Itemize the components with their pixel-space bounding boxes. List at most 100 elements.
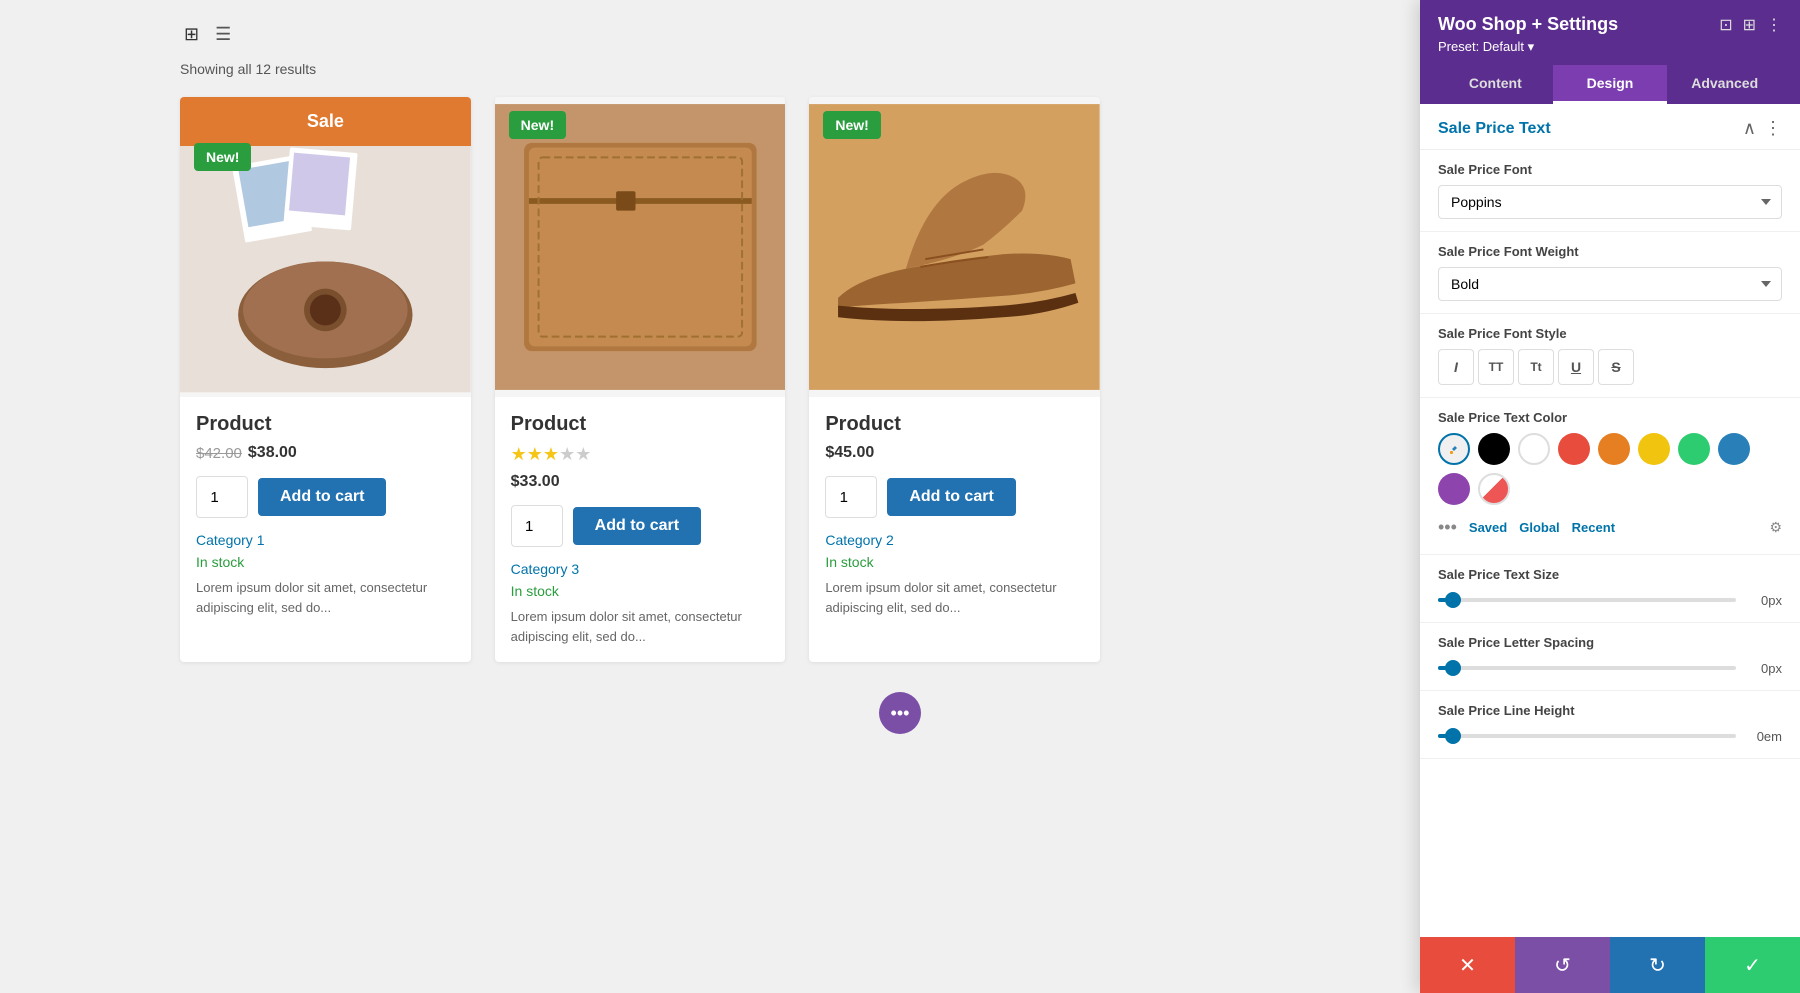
recent-colors-tab[interactable]: Recent [1572,520,1615,535]
field-label: Sale Price Font [1438,162,1782,177]
field-label: Sale Price Font Weight [1438,244,1782,259]
color-tabs-row: ••• Saved Global Recent ⚙ [1438,513,1782,542]
new-price: $38.00 [248,444,297,462]
sale-banner: Sale [180,97,471,146]
sale-price-line-height-field: Sale Price Line Height 0em [1420,691,1800,759]
settings-panel: Woo Shop + Settings ⊡ ⊞ ⋮ Preset: Defaul… [1420,0,1800,993]
color-yellow[interactable] [1638,433,1670,465]
product-card: Sale New! Product [180,97,471,662]
line-height-value: 0em [1746,729,1782,744]
sale-price-font-field: Sale Price Font Poppins Arial Roboto [1420,150,1800,232]
product-info: Product $45.00 Add to cart Category 2 In… [809,397,1100,633]
redo-button[interactable]: ↻ [1610,937,1705,993]
category-link[interactable]: Category 2 [825,532,1084,548]
panel-body: Sale Price Text ∧ ⋮ Sale Price Font Popp… [1420,104,1800,937]
global-colors-tab[interactable]: Global [1519,520,1559,535]
sale-price-font-style-field: Sale Price Font Style I TT Tt U S [1420,314,1800,398]
results-count: Showing all 12 results [180,61,1620,77]
field-label: Sale Price Text Color [1438,410,1782,425]
quantity-input[interactable] [196,476,248,518]
list-view-button[interactable]: ☰ [211,20,235,49]
product-name: Product [511,413,770,436]
category-link[interactable]: Category 1 [196,532,455,548]
sale-price-letter-spacing-field: Sale Price Letter Spacing 0px [1420,623,1800,691]
collapse-section-button[interactable]: ∧ [1743,118,1756,139]
product-image-wrap: New! [495,97,786,397]
product-name: Product [825,413,1084,436]
old-price: $42.00 [196,445,242,462]
uppercase-style-button[interactable]: TT [1478,349,1514,385]
letter-spacing-slider[interactable] [1438,658,1736,678]
grid-view-button[interactable]: ⊞ [180,20,203,49]
panel-preset: Preset: Default ▾ [1438,39,1782,55]
panel-header-icons: ⊡ ⊞ ⋮ [1719,15,1782,35]
columns-icon[interactable]: ⊞ [1743,15,1756,35]
preset-arrow[interactable]: ▾ [1528,39,1535,54]
panel-header: Woo Shop + Settings ⊡ ⊞ ⋮ Preset: Defaul… [1420,0,1800,104]
color-white[interactable] [1518,433,1550,465]
color-red[interactable] [1558,433,1590,465]
undo-button[interactable]: ↺ [1515,937,1610,993]
product-name: Product [196,413,455,436]
section-title: Sale Price Text [1438,120,1551,138]
color-orange[interactable] [1598,433,1630,465]
new-badge: New! [823,111,880,139]
section-header: Sale Price Text ∧ ⋮ [1420,104,1800,150]
capitalize-style-button[interactable]: Tt [1518,349,1554,385]
add-to-cart-button[interactable]: Add to cart [573,507,701,545]
add-to-cart-row: Add to cart [511,505,770,547]
line-height-slider[interactable] [1438,726,1736,746]
color-eraser[interactable] [1478,473,1510,505]
product-description: Lorem ipsum dolor sit amet, consectetur … [511,607,770,646]
product-image [809,97,1100,397]
size-value: 0px [1746,593,1782,608]
panel-title: Woo Shop + Settings [1438,14,1618,35]
eyedropper-tool[interactable] [1438,433,1470,465]
tab-advanced[interactable]: Advanced [1667,65,1782,104]
font-weight-select[interactable]: Bold Normal Light Extra Bold [1438,267,1782,301]
size-slider[interactable] [1438,590,1736,610]
cancel-button[interactable]: ✕ [1420,937,1515,993]
in-stock-badge: In stock [825,554,1084,570]
more-options-button[interactable]: ••• [879,692,921,734]
letter-spacing-slider-row: 0px [1438,658,1782,678]
tab-content[interactable]: Content [1438,65,1553,104]
section-more-button[interactable]: ⋮ [1764,118,1782,139]
color-more-dots[interactable]: ••• [1438,517,1457,538]
field-label: Sale Price Font Style [1438,326,1782,341]
strikethrough-style-button[interactable]: S [1598,349,1634,385]
pagination: ••• [180,692,1620,734]
tab-design[interactable]: Design [1553,65,1668,104]
product-description: Lorem ipsum dolor sit amet, consectetur … [825,578,1084,617]
star-rating: ★★★★★ [511,444,770,465]
more-options-icon[interactable]: ⋮ [1766,15,1782,35]
new-badge: New! [509,111,566,139]
product-image-wrap: Sale New! [180,97,471,397]
saved-colors-tab[interactable]: Saved [1469,520,1507,535]
field-label: Sale Price Line Height [1438,703,1782,718]
color-settings-icon[interactable]: ⚙ [1769,519,1782,536]
field-label: Sale Price Text Size [1438,567,1782,582]
preset-label[interactable]: Preset: Default [1438,39,1524,54]
quantity-input[interactable] [511,505,563,547]
underline-style-button[interactable]: U [1558,349,1594,385]
color-purple[interactable] [1438,473,1470,505]
add-to-cart-button[interactable]: Add to cart [258,478,386,516]
add-to-cart-button[interactable]: Add to cart [887,478,1015,516]
product-card: New! Product $45.00 [809,97,1100,662]
italic-style-button[interactable]: I [1438,349,1474,385]
font-select[interactable]: Poppins Arial Roboto [1438,185,1782,219]
expand-icon[interactable]: ⊡ [1719,15,1732,35]
category-link[interactable]: Category 3 [511,561,770,577]
line-height-slider-row: 0em [1438,726,1782,746]
add-to-cart-row: Add to cart [196,476,455,518]
product-image [495,97,786,397]
color-swatches [1438,433,1782,513]
color-blue[interactable] [1718,433,1750,465]
color-black[interactable] [1478,433,1510,465]
save-button[interactable]: ✓ [1705,937,1800,993]
in-stock-badge: In stock [511,583,770,599]
quantity-input[interactable] [825,476,877,518]
product-card: New! Product ★★★★★ $33.00 [495,97,786,662]
color-green[interactable] [1678,433,1710,465]
